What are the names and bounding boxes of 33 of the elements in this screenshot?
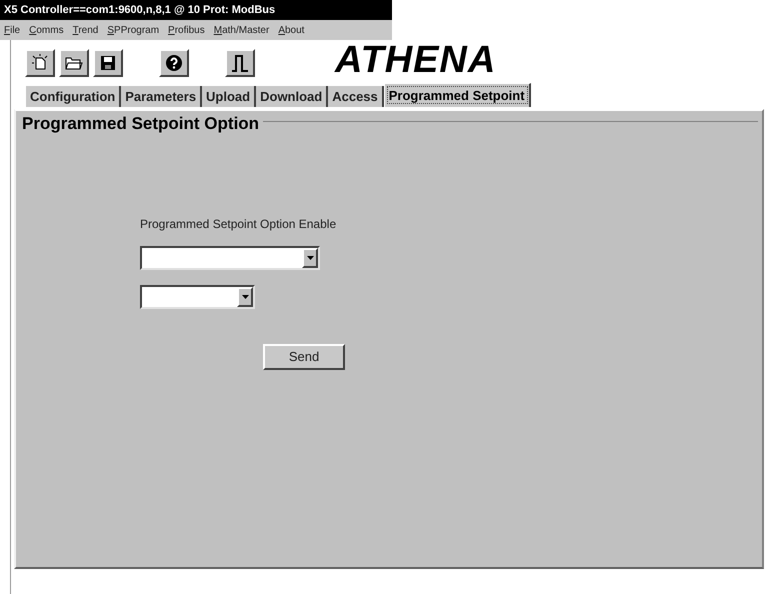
menu-item[interactable]: About [278,22,304,38]
caret-icon [242,295,248,299]
menu-item[interactable]: Math/Master [214,22,270,38]
dropdown[interactable] [140,246,320,270]
window-title: X5 Controller==com1:9600,n,8,1 @ 10 Prot: ModBus [0,0,392,20]
new-file-icon [31,54,49,72]
caret-icon [306,256,314,260]
dropdown-arrow-button[interactable] [237,287,253,307]
field-label: Programmed Setpoint Option Enable [140,216,338,233]
dropdown[interactable] [140,285,255,309]
toolbar-button[interactable] [93,49,123,77]
pulse-icon [231,53,249,73]
menu-item[interactable]: Comms [29,22,64,38]
tab[interactable]: Configuration [26,86,122,107]
toolbar-button[interactable] [59,49,89,77]
tab[interactable]: Parameters [121,86,202,107]
folder-icon [65,56,83,70]
tab[interactable]: Programmed Setpoint [384,83,531,107]
menu-item[interactable]: Trend [72,22,98,38]
help-icon [166,55,182,71]
toolbar-button[interactable] [159,49,189,77]
tab[interactable]: Access [328,86,384,107]
menu-item[interactable]: File [4,22,20,38]
group-title: Programmed Setpoint Option [22,114,264,133]
toolbar-button[interactable] [225,49,255,77]
dropdown-arrow-button[interactable] [302,248,318,268]
logo: ATHENA [335,43,496,77]
tab[interactable]: Upload [202,86,256,107]
send-button[interactable]: Send [263,344,345,370]
menu-item[interactable]: SPProgram [107,22,160,38]
tab[interactable]: Download [256,86,328,107]
toolbar-button[interactable] [25,49,55,77]
menu-item[interactable]: Profibus [168,22,205,38]
